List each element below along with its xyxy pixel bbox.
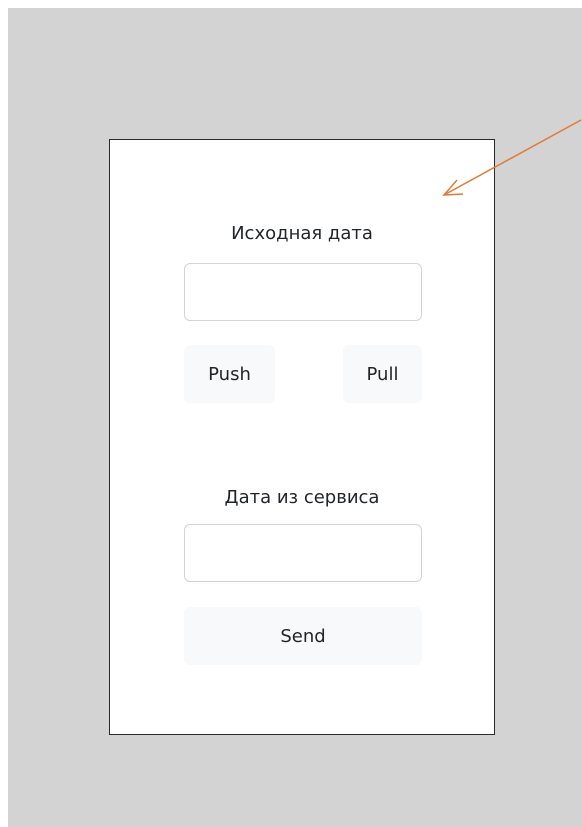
send-button[interactable]: Send [184, 607, 422, 665]
push-button[interactable]: Push [184, 345, 275, 403]
pull-button[interactable]: Pull [343, 345, 422, 403]
canvas-background: Исходная дата Push Pull Дата из сервиса … [8, 8, 582, 827]
form-panel: Исходная дата Push Pull Дата из сервиса … [109, 139, 495, 735]
service-date-label: Дата из сервиса [224, 487, 380, 508]
source-date-input[interactable] [184, 263, 422, 321]
source-date-label: Исходная дата [231, 223, 373, 244]
service-date-input[interactable] [184, 524, 422, 582]
